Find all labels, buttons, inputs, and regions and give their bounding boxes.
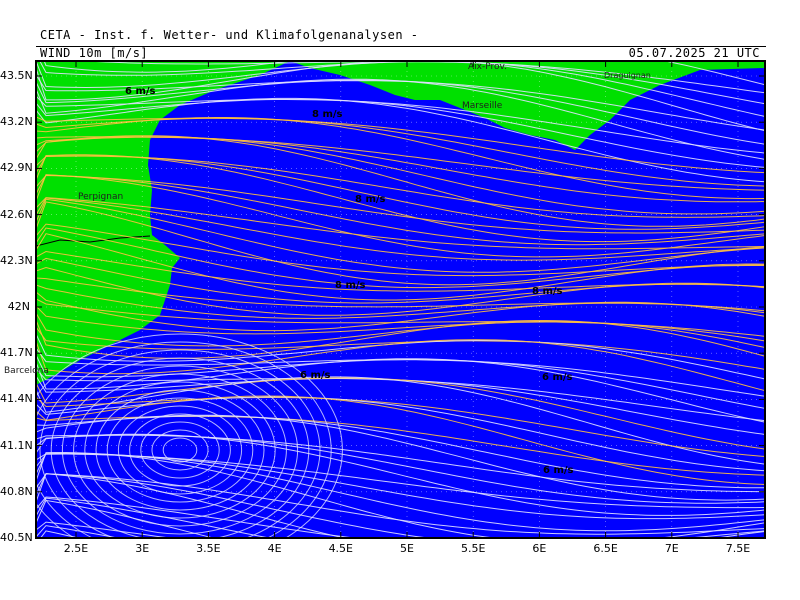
y-tick-label: 40.8N (0, 485, 30, 498)
speed-label: 8 m/s (335, 280, 366, 291)
speed-label: 8 m/s (355, 194, 386, 205)
place-marseille: Marseille (462, 101, 503, 111)
x-tick-label: 4E (255, 542, 295, 555)
x-tick-label: 5.5E (453, 542, 493, 555)
speed-label: 6 m/s (542, 372, 573, 383)
y-tick-label: 43.5N (0, 69, 30, 82)
y-tick-label: 41.4N (0, 392, 30, 405)
y-tick-label: 42.3N (0, 254, 30, 267)
y-tick-label: 41.1N (0, 439, 30, 452)
x-tick-label: 5E (387, 542, 427, 555)
speed-label: 8 m/s (532, 286, 563, 297)
x-tick-label: 3.5E (188, 542, 228, 555)
place-aix: Aix-Prov. (468, 62, 507, 72)
place-draguignan: Draguignan (604, 71, 651, 80)
y-tick-label: 42.6N (0, 208, 30, 221)
y-tick-label: 41.7N (0, 346, 30, 359)
x-tick-label: 7.5E (718, 542, 758, 555)
y-tick-label: 40.5N (0, 531, 30, 544)
speed-label: 6 m/s (300, 370, 331, 381)
x-tick-label: 6.5E (586, 542, 626, 555)
speed-label: 6 m/s (543, 465, 574, 476)
x-tick-label: 3E (122, 542, 162, 555)
x-tick-label: 2.5E (56, 542, 96, 555)
wind-map: Perpignan Barcelona Marseille Aix-Prov. … (0, 0, 800, 600)
place-perpignan: Perpignan (78, 192, 123, 202)
y-tick-label: 42N (0, 300, 30, 313)
y-tick-label: 43.2N (0, 115, 30, 128)
y-tick-label: 42.9N (0, 161, 30, 174)
x-tick-label: 4.5E (321, 542, 361, 555)
speed-label: 6 m/s (125, 86, 156, 97)
speed-label: 8 m/s (312, 109, 343, 120)
place-barcelona: Barcelona (4, 366, 49, 376)
x-tick-label: 7E (652, 542, 692, 555)
x-tick-label: 6E (519, 542, 559, 555)
